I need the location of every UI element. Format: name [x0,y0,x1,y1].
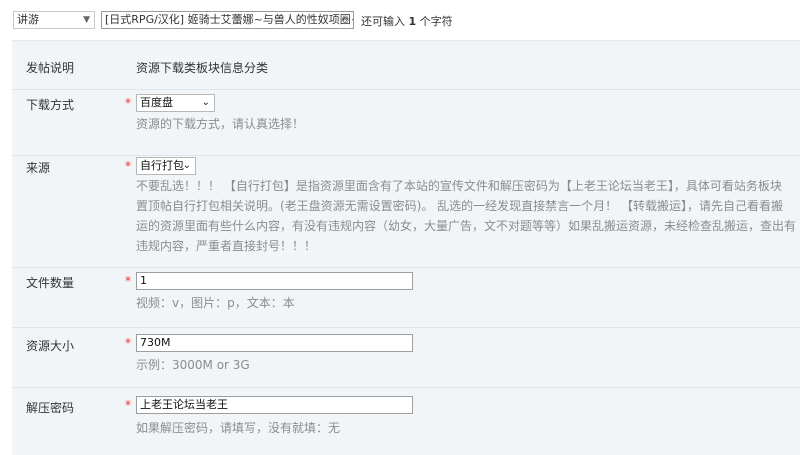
chevron-down-icon: ▼ [83,15,90,25]
source-hint-line-4: 违规内容，严重者直接封号！！！ [136,239,317,253]
file-count-hint: 视频：v，图片：p，文本：本 [136,296,295,310]
resource-size-row: 资源大小 * 730M 示例：3000M or 3G [12,327,800,388]
category-select-value: 讲游 [17,13,39,26]
description-row: 发帖说明 资源下载类板块信息分类 [12,41,800,90]
description-label: 发帖说明 [26,61,75,75]
unzip-password-label: 解压密码 [26,401,75,415]
download-method-row: 下载方式 * 百度盘 ⌄ 资源的下载方式，请认真选择！ [12,89,800,156]
description-text: 资源下载类板块信息分类 [136,61,269,75]
post-form: 发帖说明 资源下载类板块信息分类 下载方式 * 百度盘 ⌄ 资源的下载方式，请认… [12,40,800,455]
thread-title-input[interactable]: [日式RPG/汉化] 姬骑士艾蕾娜~与兽人的性奴项圈~ AI汉化 [101,11,354,29]
required-mark: * [125,159,131,173]
resource-size-input[interactable]: 730M [136,334,413,352]
source-hint-line-3: 运的资源里面有些什么内容，有没有违规内容（幼女，大量广告，文不对题等等）如果乱搬… [136,219,797,233]
file-count-label: 文件数量 [26,276,75,290]
source-hint-line-1: 不要乱选！！！ 【自行打包】是指资源里面含有了本站的宣传文件和解压密码为【上老王… [136,179,782,193]
unzip-password-input[interactable]: 上老王论坛当老王 [136,396,413,414]
resource-size-hint: 示例：3000M or 3G [136,358,250,372]
remaining-chars-text: 还可输入 1 个字符 [361,15,453,28]
download-method-hint: 资源的下载方式，请认真选择！ [136,117,305,131]
source-select[interactable]: 自行打包 ⌄ [136,157,196,175]
resource-size-label: 资源大小 [26,339,75,353]
remaining-chars-count: 1 [408,15,417,28]
unzip-password-hint: 如果解压密码，请填写，没有就填：无 [136,421,341,435]
required-mark: * [125,398,131,412]
file-count-row: 文件数量 * 1 视频：v，图片：p，文本：本 [12,267,800,328]
download-method-select[interactable]: 百度盘 ⌄ [136,94,215,112]
required-mark: * [125,274,131,288]
source-label: 来源 [26,161,51,175]
category-select[interactable]: 讲游 ▼ [13,11,95,29]
required-mark: * [125,96,131,110]
unzip-password-row: 解压密码 * 上老王论坛当老王 如果解压密码，请填写，没有就填：无 [12,387,800,455]
download-method-label: 下载方式 [26,98,75,112]
file-count-input[interactable]: 1 [136,272,413,290]
chevron-down-icon: ⌄ [182,160,191,171]
source-row: 来源 * 自行打包 ⌄ 不要乱选！！！ 【自行打包】是指资源里面含有了本站的宣传… [12,155,800,268]
chevron-down-icon: ⌄ [201,97,210,108]
title-bar: 讲游 ▼ [日式RPG/汉化] 姬骑士艾蕾娜~与兽人的性奴项圈~ AI汉化 还可… [0,0,800,40]
source-hint-line-2: 置顶帖自行打包相关说明。(老王盘资源无需设置密码)。 乱选的一经发现直接禁言一个… [136,199,783,213]
required-mark: * [125,336,131,350]
